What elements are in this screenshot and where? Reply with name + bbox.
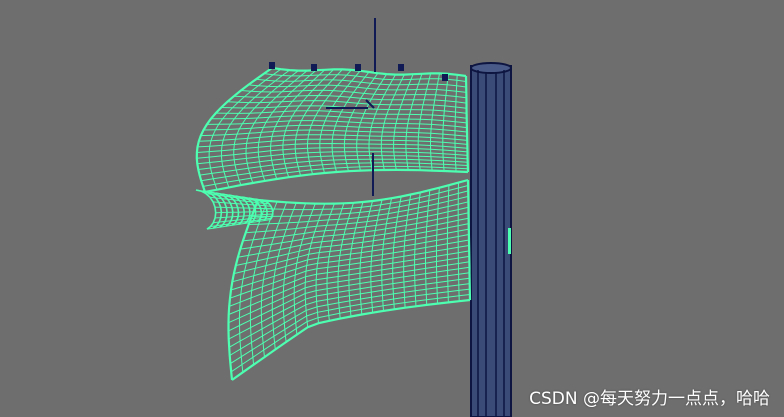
flagpole-top-cap bbox=[470, 62, 512, 74]
cloth-lower-panel bbox=[227, 178, 472, 381]
cloth-column-line bbox=[442, 73, 449, 172]
cloth-column-line bbox=[417, 73, 432, 171]
constraint-handle[interactable] bbox=[311, 64, 317, 71]
flagpole-body bbox=[470, 65, 512, 417]
cloth-row-line bbox=[255, 78, 467, 88]
cloth-column-line bbox=[430, 73, 440, 171]
3d-viewport[interactable]: CSDN @每天努力一点点，哈哈 bbox=[0, 0, 784, 417]
constraint-handle[interactable] bbox=[355, 64, 361, 71]
constraint-handle[interactable] bbox=[442, 74, 448, 81]
flagpole[interactable] bbox=[470, 62, 512, 417]
constraint-handle[interactable] bbox=[398, 64, 404, 71]
cloth-column-line bbox=[464, 75, 470, 173]
cloth-row-line bbox=[204, 168, 469, 194]
cloth-row-line bbox=[248, 84, 467, 93]
cloth-column-line bbox=[466, 179, 472, 301]
cloth-row-line bbox=[257, 178, 469, 205]
constraint-handle[interactable] bbox=[269, 62, 275, 69]
scene-canvas[interactable] bbox=[0, 0, 784, 417]
cloth-row-line bbox=[248, 195, 469, 225]
flagpole-selection-marker bbox=[508, 228, 511, 254]
cloth-wireframe[interactable] bbox=[195, 66, 472, 381]
cloth-fold-curl bbox=[195, 189, 274, 230]
cloth-column-line bbox=[454, 74, 458, 172]
cloth-upper-panel bbox=[195, 66, 470, 194]
watermark: CSDN @每天努力一点点，哈哈 bbox=[529, 389, 770, 409]
